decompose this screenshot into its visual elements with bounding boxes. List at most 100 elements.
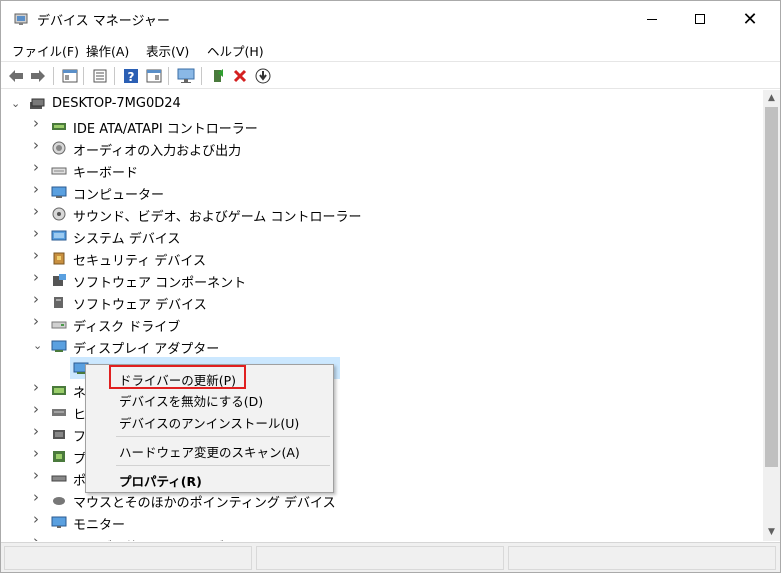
chevron-right-icon[interactable]: ›	[33, 204, 43, 219]
tree-item[interactable]: › ソフトウェア デバイス	[2, 291, 742, 314]
update-driver-button[interactable]	[208, 66, 228, 86]
toolbar-separator	[83, 67, 84, 85]
chevron-right-icon[interactable]: ›	[33, 424, 43, 439]
scrollbar-thumb[interactable]	[765, 107, 778, 467]
svg-text:?: ?	[128, 70, 135, 84]
chevron-right-icon[interactable]: ›	[33, 226, 43, 241]
context-scan-hardware-label: ハードウェア変更のスキャン(A)	[119, 445, 300, 460]
menu-help[interactable]: ヘルプ(H)	[207, 41, 264, 60]
tree-item[interactable]: › サウンド、ビデオ、およびゲーム コントローラー	[2, 203, 742, 226]
tree-item-label: ユニバーサル シリアル バス コントローラー	[73, 536, 332, 541]
status-bar	[1, 542, 780, 572]
minimize-button[interactable]	[629, 1, 675, 37]
chevron-right-icon[interactable]: ›	[33, 468, 43, 483]
tree-item-label: キーボード	[73, 166, 139, 181]
maximize-button[interactable]	[677, 1, 723, 37]
back-arrow-icon	[9, 70, 23, 82]
chevron-right-icon[interactable]: ›	[33, 160, 43, 175]
chevron-down-icon[interactable]: ⌄	[11, 97, 21, 111]
software-component-icon	[53, 274, 66, 286]
chevron-right-icon[interactable]: ›	[33, 248, 43, 263]
chevron-right-icon[interactable]: ›	[33, 138, 43, 153]
tree-item-label: ソフトウェア コンポーネント	[73, 276, 247, 291]
forward-button[interactable]	[28, 66, 48, 86]
minimize-icon	[647, 18, 657, 20]
context-disable-device-label: デバイスを無効にする(D)	[119, 394, 264, 409]
scroll-up-icon[interactable]: ▲	[763, 90, 780, 107]
computer-root-icon	[30, 98, 45, 109]
scan-hardware-button[interactable]	[176, 66, 196, 86]
tree-item-label: ディスプレイ アダプター	[73, 342, 220, 357]
tree-item-label: システム デバイス	[73, 232, 181, 247]
status-pane-2	[256, 546, 504, 570]
context-uninstall-device[interactable]: デバイスのアンインストール(U)	[86, 410, 333, 432]
chevron-right-icon[interactable]: ›	[33, 292, 43, 307]
tree-item[interactable]: › セキュリティ デバイス	[2, 247, 742, 270]
context-properties[interactable]: プロパティ(R)	[86, 468, 333, 490]
network-icon	[52, 386, 66, 395]
help-button[interactable]: ?	[121, 66, 141, 86]
chevron-right-icon[interactable]: ›	[33, 116, 43, 131]
speaker-icon	[52, 141, 66, 155]
tree-root[interactable]: ⌄ DESKTOP-7MG0D24	[2, 93, 742, 115]
usb-icon	[51, 537, 67, 541]
tree-item[interactable]: › ユニバーサル シリアル バス コントローラー	[2, 533, 742, 542]
context-scan-hardware[interactable]: ハードウェア変更のスキャン(A)	[86, 439, 333, 461]
ide-controller-icon	[52, 123, 66, 130]
download-icon	[255, 68, 271, 84]
action-view-button[interactable]	[144, 66, 164, 86]
chevron-right-icon[interactable]: ›	[33, 512, 43, 527]
uninstall-x-icon	[233, 69, 247, 83]
menu-action[interactable]: 操作(A)	[86, 41, 129, 60]
tree-item[interactable]: › ソフトウェア コンポーネント	[2, 269, 742, 292]
chevron-down-icon[interactable]: ⌄	[33, 339, 43, 353]
maximize-icon	[695, 14, 705, 24]
vertical-scrollbar[interactable]: ▲ ▼	[763, 90, 780, 541]
tree-item[interactable]: › ディスク ドライブ	[2, 313, 742, 336]
tree-item[interactable]: › システム デバイス	[2, 225, 742, 248]
uninstall-button[interactable]	[230, 66, 250, 86]
firmware-icon	[53, 430, 65, 439]
device-manager-window: デバイス マネージャー ✕ ファイル(F) 操作(A) 表示(V) ヘルプ(H)…	[0, 0, 781, 573]
tree-item[interactable]: › IDE ATA/ATAPI コントローラー	[2, 115, 742, 138]
menu-file[interactable]: ファイル(F)	[12, 41, 79, 60]
tree-item-label: マウスとそのほかのポインティング デバイス	[73, 496, 336, 511]
keyboard-icon	[51, 167, 67, 175]
status-pane-3	[508, 546, 776, 570]
chevron-right-icon[interactable]: ›	[33, 380, 43, 395]
menu-view[interactable]: 表示(V)	[146, 41, 189, 60]
chevron-right-icon[interactable]: ›	[33, 490, 43, 505]
properties-button[interactable]	[90, 66, 110, 86]
chevron-right-icon[interactable]: ›	[33, 270, 43, 285]
title-bar[interactable]: デバイス マネージャー ✕	[1, 1, 780, 37]
tree-item[interactable]: ⌄ ディスプレイ アダプター	[2, 335, 742, 357]
chevron-right-icon[interactable]: ›	[33, 314, 43, 329]
chevron-right-icon[interactable]: ›	[33, 534, 43, 542]
tree-view-button[interactable]	[60, 66, 80, 86]
window-title: デバイス マネージャー	[37, 14, 170, 29]
toolbar-separator	[168, 67, 169, 85]
action-view-icon	[146, 69, 162, 83]
chevron-right-icon[interactable]: ›	[33, 182, 43, 197]
tree-item-label: サウンド、ビデオ、およびゲーム コントローラー	[73, 210, 362, 225]
scroll-down-icon[interactable]: ▼	[763, 524, 780, 541]
close-button[interactable]: ✕	[727, 1, 773, 37]
disk-drive-icon	[51, 321, 67, 329]
tree-item-label: IDE ATA/ATAPI コントローラー	[73, 122, 258, 137]
device-manager-app-icon	[14, 13, 28, 25]
tree-item[interactable]: › コンピューター	[2, 181, 742, 204]
port-icon	[51, 475, 67, 482]
context-disable-device[interactable]: デバイスを無効にする(D)	[86, 388, 333, 410]
security-device-icon	[53, 252, 65, 265]
context-separator	[116, 436, 330, 437]
tree-item[interactable]: › オーディオの入力および出力	[2, 137, 742, 160]
context-properties-label: プロパティ(R)	[119, 474, 202, 489]
computer-icon	[51, 186, 67, 198]
tree-item[interactable]: › キーボード	[2, 159, 742, 182]
tree-item[interactable]: › モニター	[2, 511, 742, 534]
enable-device-button[interactable]	[253, 66, 273, 86]
chevron-right-icon[interactable]: ›	[33, 446, 43, 461]
back-button[interactable]	[6, 66, 26, 86]
tree-item-label: セキュリティ デバイス	[73, 254, 206, 269]
chevron-right-icon[interactable]: ›	[33, 402, 43, 417]
